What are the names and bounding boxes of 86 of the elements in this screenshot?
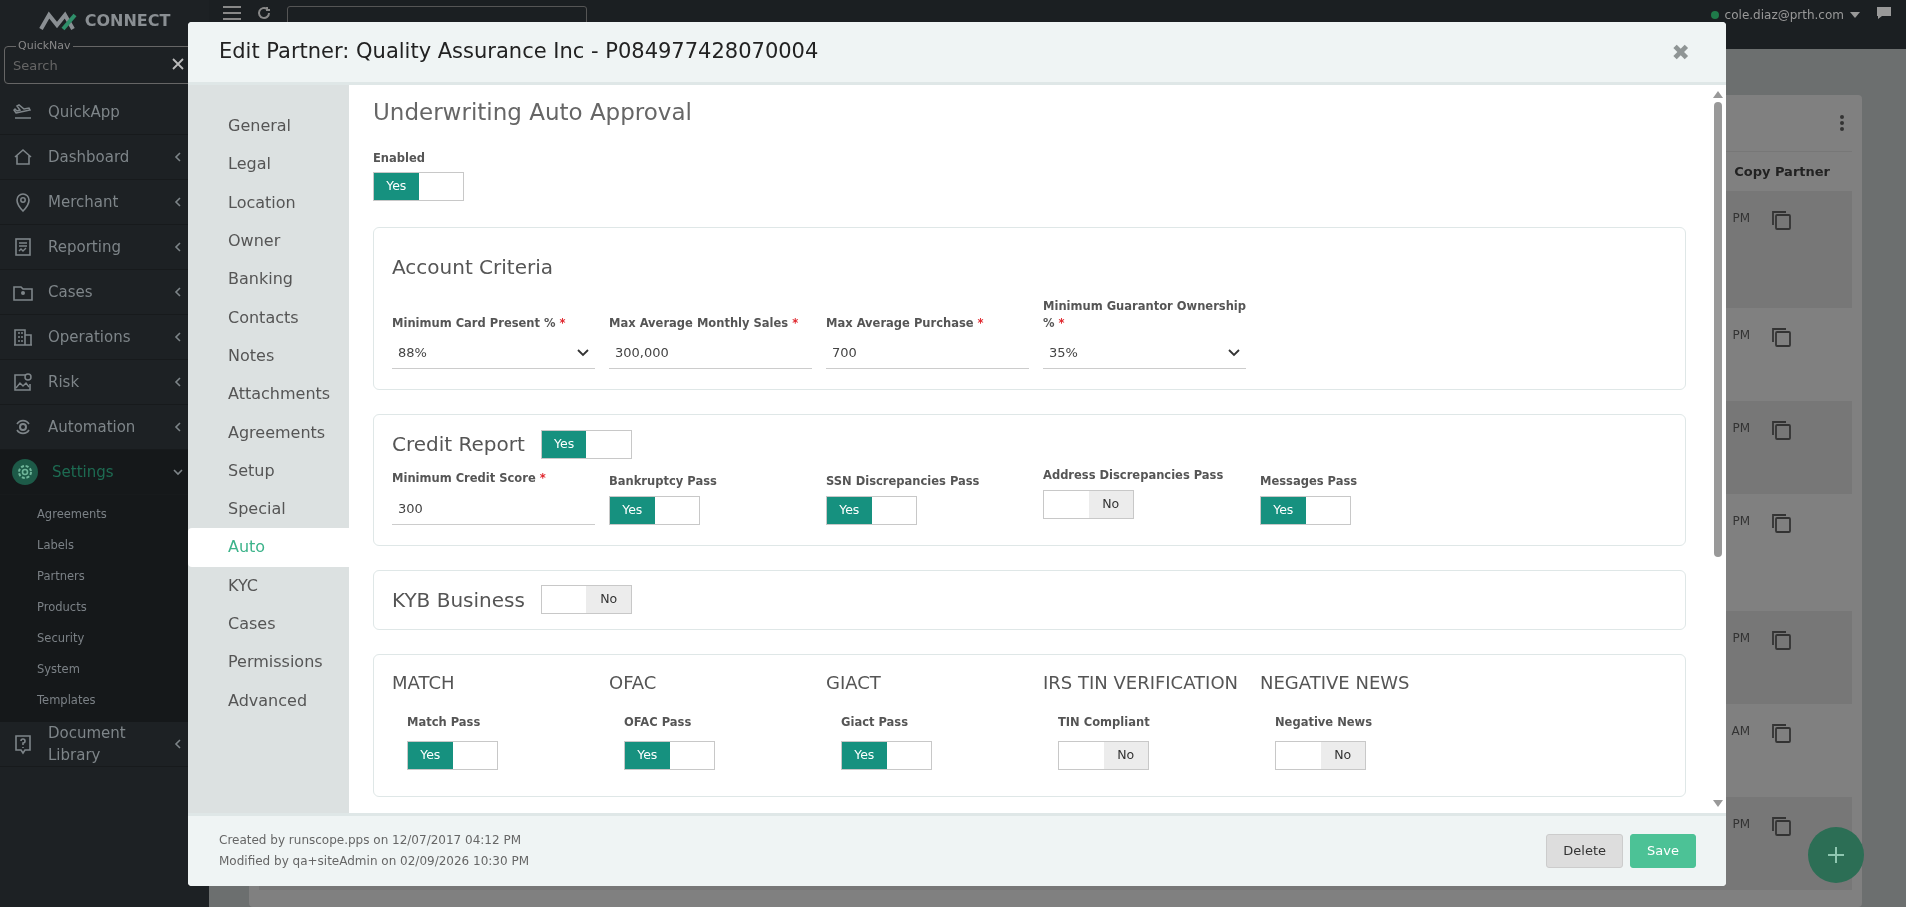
copy-icon bbox=[1770, 815, 1792, 837]
field-label: Max Average Monthly Sales * bbox=[609, 315, 800, 332]
card-title: GIACT bbox=[826, 670, 882, 695]
nav-tab[interactable]: Cases bbox=[188, 604, 349, 644]
field-label: Giact Pass bbox=[841, 713, 910, 731]
plus-icon bbox=[1826, 845, 1846, 865]
chevron-icon bbox=[577, 348, 589, 357]
section-heading: Underwriting Auto Approval bbox=[373, 98, 693, 127]
input-field[interactable]: 700 bbox=[826, 337, 1029, 370]
logo-icon bbox=[38, 11, 79, 31]
field-label: SSN Discrepancies Pass bbox=[826, 473, 981, 491]
chevron-icon bbox=[1228, 348, 1240, 357]
nav-tab[interactable]: Advanced bbox=[188, 681, 349, 720]
toggle-switch[interactable]: No bbox=[1275, 740, 1366, 770]
menu-icon bbox=[223, 6, 241, 20]
table-cell-text: PM bbox=[1732, 327, 1750, 344]
refresh-icon bbox=[257, 6, 271, 20]
copy-icon bbox=[1770, 326, 1792, 348]
table-cell-text: PM bbox=[1732, 816, 1750, 833]
report-icon bbox=[12, 236, 34, 258]
modified-text: Modified by qa+siteAdmin on 02/09/2026 10:30 PM bbox=[219, 853, 530, 870]
table-cell-text: PM bbox=[1732, 420, 1750, 437]
image-icon bbox=[12, 371, 34, 393]
input-field[interactable]: 300,000 bbox=[609, 337, 812, 370]
toggle-switch[interactable]: No bbox=[1058, 740, 1149, 770]
field-label: Address Discrepancies Pass bbox=[1043, 467, 1225, 485]
input-field[interactable]: 300 bbox=[392, 492, 595, 525]
select-field[interactable]: 35% bbox=[1043, 337, 1246, 370]
clear-icon bbox=[172, 58, 184, 70]
field-label: Minimum Card Present % * bbox=[392, 315, 567, 332]
copy-icon bbox=[1770, 209, 1792, 231]
up-arrow-icon bbox=[1713, 91, 1723, 98]
field-label: TIN Compliant bbox=[1058, 713, 1151, 731]
created-text: Created by runscope.pps on 12/07/2017 04:12 PM bbox=[219, 832, 522, 849]
field-label: QuickNav bbox=[16, 39, 73, 52]
toggle-switch[interactable]: Yes bbox=[540, 429, 632, 459]
nav-tab[interactable]: Auto bbox=[188, 528, 349, 567]
toggle-switch[interactable]: Yes bbox=[1260, 495, 1351, 525]
field-label: OFAC Pass bbox=[624, 713, 693, 731]
toggle-switch[interactable]: No bbox=[540, 585, 632, 614]
card-title: OFAC bbox=[609, 670, 658, 695]
table-cell-text: PM bbox=[1732, 513, 1750, 530]
close-button[interactable]: ✖ bbox=[1665, 34, 1696, 70]
field-label: Bankruptcy Pass bbox=[609, 473, 718, 491]
help-icon bbox=[12, 733, 34, 755]
field-label: Match Pass bbox=[407, 713, 482, 731]
table-cell-text: PM bbox=[1732, 630, 1750, 647]
more-icon bbox=[1840, 115, 1844, 131]
house-icon bbox=[12, 146, 34, 168]
down-arrow-icon bbox=[1713, 800, 1723, 807]
card-title: IRS TIN VERIFICATION bbox=[1043, 670, 1240, 695]
field-label: Minimum Guarantor Ownership % * bbox=[1043, 297, 1246, 332]
toggle-switch[interactable]: Yes bbox=[624, 740, 715, 770]
copy-icon bbox=[1770, 722, 1792, 744]
user-email[interactable]: cole.diaz@prth.com bbox=[1724, 6, 1844, 24]
copy-icon bbox=[1770, 629, 1792, 651]
card-title: NEGATIVE NEWS bbox=[1260, 670, 1411, 695]
dialog-title: Edit Partner: Quality Assurance Inc - P084977428070004 bbox=[219, 38, 819, 66]
field-label: Negative News bbox=[1275, 713, 1374, 731]
card-title: Credit Report bbox=[392, 431, 525, 459]
status-dot bbox=[1710, 11, 1719, 19]
card-title: KYB Business bbox=[392, 586, 525, 614]
select-field[interactable]: 88% bbox=[392, 337, 595, 370]
delete-button[interactable]: Delete bbox=[1546, 834, 1624, 868]
logo-text: CONNECT bbox=[84, 10, 171, 32]
nav-tab[interactable]: KYC bbox=[188, 566, 349, 605]
table-cell-text: AM bbox=[1731, 723, 1750, 740]
nav-tab[interactable]: Permissions bbox=[188, 643, 349, 682]
building-icon bbox=[12, 326, 34, 348]
toggle-switch[interactable]: No bbox=[1043, 489, 1134, 519]
table-cell-text: PM bbox=[1732, 210, 1750, 227]
field-label: Enabled bbox=[373, 149, 426, 167]
toggle-switch[interactable]: Yes bbox=[609, 495, 700, 525]
card-title: Account Criteria bbox=[392, 253, 554, 281]
toggle-switch[interactable]: Yes bbox=[373, 171, 464, 201]
field-label: Max Average Purchase * bbox=[826, 315, 985, 332]
copy-icon bbox=[1770, 512, 1792, 534]
chat-icon bbox=[1876, 6, 1892, 20]
card-title: MATCH bbox=[392, 670, 456, 695]
copy-icon bbox=[1770, 419, 1792, 441]
field-label: Minimum Credit Score * bbox=[392, 470, 547, 488]
toggle-switch[interactable]: Yes bbox=[841, 740, 932, 770]
toggle-switch[interactable]: Yes bbox=[407, 740, 498, 770]
toggle-switch[interactable]: Yes bbox=[826, 495, 917, 525]
field-label: Messages Pass bbox=[1260, 473, 1359, 491]
caret-icon bbox=[1850, 12, 1860, 18]
